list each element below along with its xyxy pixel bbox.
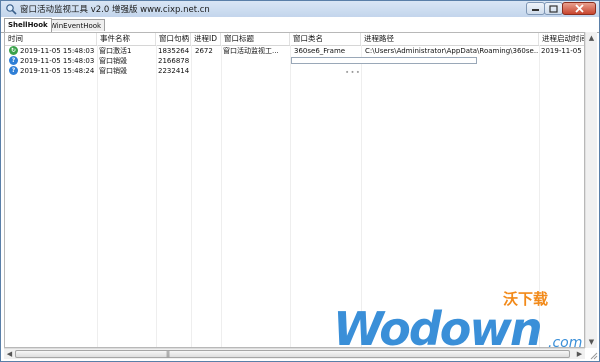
app-magnifier-icon — [6, 4, 17, 15]
tab-shellhook[interactable]: ShellHook — [4, 18, 52, 32]
window-controls — [526, 2, 596, 16]
green-refresh-icon: ↻ — [9, 46, 18, 55]
tab-bar: ShellHook WinEventHook — [1, 17, 599, 33]
cell-event-name: 窗口激活1 — [99, 47, 132, 55]
column-header-event-name[interactable]: 事件名称 — [97, 33, 156, 45]
column-header-time[interactable]: 时间 — [5, 33, 97, 45]
cell-event-name: 窗口销毁 — [99, 57, 127, 65]
close-icon — [574, 4, 584, 13]
minimize-icon — [532, 9, 539, 11]
watermark-suffix-text: .com — [548, 335, 583, 351]
minimize-button[interactable] — [526, 2, 545, 15]
scroll-left-icon[interactable]: ◀ — [4, 349, 15, 359]
grid-divider — [156, 45, 157, 347]
cell-window-handle: 1835264 — [158, 47, 190, 55]
tab-wineventhook[interactable]: WinEventHook — [46, 19, 106, 31]
window-title: 窗口活动监视工具 v2.0 增强版 www.cixp.net.cn — [20, 5, 210, 15]
column-header-window-class[interactable]: 窗口类名 — [290, 33, 361, 45]
cell-window-title: 窗口活动监视工... — [223, 47, 279, 55]
column-header-process-id[interactable]: 进程ID — [191, 33, 221, 45]
column-header-window-title[interactable]: 窗口标题 — [221, 33, 290, 45]
maximize-button[interactable] — [544, 2, 563, 15]
grid-divider — [221, 45, 222, 347]
cell-process-start-time: 2019-11-05 15: — [541, 47, 584, 55]
watermark-logo: 沃下载 Wodown .com — [333, 288, 595, 356]
cell-window-class: 360se6_Frame — [294, 47, 346, 55]
grid-divider — [97, 45, 98, 347]
question-icon: ? — [9, 66, 18, 75]
cell-time: 2019-11-05 15:48:03 — [20, 47, 95, 55]
cell-event-name: 窗口销毁 — [99, 67, 127, 75]
cell-process-path: C:\Users\Administrator\AppData\Roaming\3… — [365, 47, 539, 55]
cell-window-handle: 2232414 — [158, 67, 190, 75]
table-row[interactable]: ? 2019-11-05 15:48:24 窗口销毁 2232414 — [5, 66, 584, 76]
grid-divider — [290, 45, 291, 347]
grid-divider — [191, 45, 192, 347]
table-row[interactable]: ↻ 2019-11-05 15:48:03 窗口激活1 1835264 2672… — [5, 46, 584, 56]
cell-time: 2019-11-05 15:48:03 — [20, 57, 95, 65]
resize-grip-icon[interactable] — [588, 350, 598, 360]
column-header-process-path[interactable]: 进程路径 — [361, 33, 539, 45]
column-header-window-handle[interactable]: 窗口句柄 — [156, 33, 191, 45]
cell-window-handle: 2166878 — [158, 57, 190, 65]
scroll-up-icon[interactable]: ▲ — [586, 32, 597, 44]
inline-edit-box[interactable] — [291, 57, 477, 64]
close-button[interactable] — [562, 2, 596, 15]
cell-time: 2019-11-05 15:48:24 — [20, 67, 95, 75]
drag-indicator: ∙∙∙ — [345, 68, 362, 76]
watermark-brand-text: Wodown — [333, 302, 543, 356]
column-header-process-start-time[interactable]: 进程启动时间 — [539, 33, 584, 45]
app-window: 窗口活动监视工具 v2.0 增强版 www.cixp.net.cn ShellH… — [0, 0, 600, 362]
title-bar[interactable]: 窗口活动监视工具 v2.0 增强版 www.cixp.net.cn — [1, 1, 599, 17]
question-icon: ? — [9, 56, 18, 65]
cell-process-id: 2672 — [195, 47, 213, 55]
list-header: 时间 事件名称 窗口句柄 进程ID 窗口标题 窗口类名 进程路径 进程启动时间 — [5, 33, 584, 46]
grip-icon: ||| — [166, 351, 170, 358]
maximize-icon — [549, 4, 558, 13]
